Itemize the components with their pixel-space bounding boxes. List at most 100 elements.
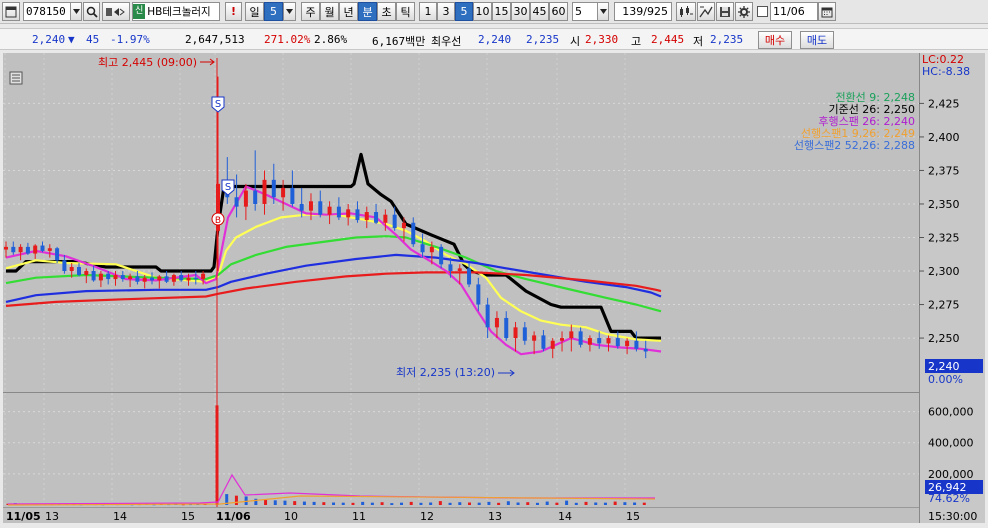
- volume-bar: [273, 500, 277, 505]
- period-month-button[interactable]: 월: [320, 2, 339, 21]
- period-tick-button[interactable]: 틱: [396, 2, 415, 21]
- candle-body: [179, 275, 184, 281]
- volume-bar: [234, 495, 238, 505]
- low-annotation: 최저 2,235 (13:20): [396, 366, 495, 379]
- candle-body: [522, 327, 527, 341]
- time-tick-label: 14: [558, 510, 572, 523]
- candle-body: [643, 348, 648, 352]
- candle-body: [4, 246, 8, 250]
- settings-icon[interactable]: [735, 2, 753, 21]
- low-price: 2,235: [710, 33, 744, 46]
- line-tool-icon[interactable]: [697, 2, 715, 21]
- volume-bar: [322, 502, 326, 505]
- date-input[interactable]: 11/06: [770, 2, 818, 21]
- candle-body: [513, 327, 518, 339]
- volume-bar: [555, 502, 559, 505]
- minute-dropdown-icon[interactable]: [597, 2, 609, 21]
- volume-tick-label: 600,000: [928, 406, 974, 419]
- volume-bar: [332, 502, 336, 505]
- candle-body: [327, 206, 332, 215]
- volume-bar: [429, 502, 433, 505]
- buy-button[interactable]: 매수: [758, 31, 792, 49]
- volume-ratio: 271.02%: [264, 33, 311, 46]
- minute-button-10[interactable]: 10: [473, 2, 492, 21]
- volume-bar: [506, 501, 510, 505]
- minute-button-45[interactable]: 45: [530, 2, 549, 21]
- period-day-value[interactable]: 5: [264, 2, 283, 21]
- candle-body: [532, 335, 537, 341]
- date-checkbox[interactable]: [757, 6, 768, 17]
- window-menu-icon[interactable]: [2, 2, 20, 21]
- prev-next-icon[interactable]: [102, 2, 130, 21]
- candle-body: [597, 338, 602, 344]
- stock-name: HB테크놀러지: [147, 6, 211, 18]
- candle-type-icon[interactable]: [676, 2, 696, 21]
- candle-body: [40, 245, 45, 251]
- volume-bar: [448, 502, 452, 505]
- current-pct-tag: 0.00%: [928, 373, 963, 386]
- candle-body: [128, 276, 133, 280]
- calendar-icon[interactable]: [818, 2, 836, 21]
- change-arrow: ▼: [68, 33, 75, 46]
- candle-body: [467, 268, 472, 285]
- candle-body: [253, 190, 258, 204]
- volume-bar: [254, 498, 258, 505]
- candle-body: [457, 268, 462, 272]
- price-tick-label: 2,275: [928, 299, 960, 312]
- volume-bar: [633, 502, 637, 505]
- candle-body: [364, 212, 369, 221]
- time-tick-label: 13: [45, 510, 59, 523]
- candle-body: [550, 340, 555, 349]
- candle-body: [18, 246, 23, 253]
- candle-body: [281, 187, 286, 198]
- low-label: 저: [693, 35, 704, 48]
- volume-bar: [215, 405, 219, 505]
- stock-badge: 신: [133, 4, 146, 19]
- save-icon[interactable]: [716, 2, 734, 21]
- volume-bar: [642, 502, 646, 505]
- candle-body: [429, 246, 434, 253]
- volume-bar: [351, 502, 355, 505]
- candle-body: [62, 260, 67, 272]
- period-dropdown-icon[interactable]: [283, 2, 296, 21]
- period-day-button[interactable]: 일: [245, 2, 264, 21]
- signal-label: S: [215, 99, 221, 110]
- minute-button-1[interactable]: 1: [419, 2, 437, 21]
- period-minute-button[interactable]: 분: [358, 2, 377, 21]
- stock-chart[interactable]: 최고 2,445 (09:00) 최저 2,235 (13:20) S S B …: [0, 50, 988, 528]
- minute-button-15[interactable]: 15: [492, 2, 511, 21]
- search-icon[interactable]: [83, 2, 100, 21]
- high-label: 고: [631, 35, 642, 48]
- chart-options-icon[interactable]: [9, 71, 23, 85]
- minute-button-30[interactable]: 30: [511, 2, 530, 21]
- candle-body: [201, 273, 206, 280]
- volume-bar: [264, 499, 268, 505]
- volume-bar: [545, 501, 549, 505]
- period-week-button[interactable]: 주: [301, 2, 320, 21]
- sell-button[interactable]: 매도: [800, 31, 834, 49]
- alert-icon[interactable]: !: [225, 2, 242, 21]
- minute-button-3[interactable]: 3: [437, 2, 455, 21]
- period-second-button[interactable]: 초: [377, 2, 396, 21]
- candle-body: [113, 275, 118, 280]
- hc-label: HC:-8.38: [922, 65, 970, 78]
- period-year-button[interactable]: 년: [339, 2, 358, 21]
- time-label: 15:30:00: [928, 510, 977, 523]
- volume-bar: [487, 501, 491, 505]
- stock-code-input[interactable]: 078150: [23, 2, 71, 21]
- change-percent: -1.97%: [110, 33, 150, 46]
- code-dropdown-icon[interactable]: [70, 2, 82, 21]
- candle-body: [439, 246, 444, 265]
- stock-name-field[interactable]: 신 HB테크놀러지: [132, 2, 220, 21]
- candle-body: [392, 214, 397, 229]
- count-field[interactable]: 139/925: [614, 2, 672, 21]
- minute-button-60[interactable]: 60: [549, 2, 568, 21]
- candle-body: [262, 179, 267, 204]
- candle-body: [485, 304, 490, 328]
- candle-body: [355, 209, 360, 221]
- volume-bar: [535, 502, 539, 505]
- minute-button-5[interactable]: 5: [455, 2, 473, 21]
- minute-value-input[interactable]: 5: [572, 2, 598, 21]
- volume-tick-label: 200,000: [928, 468, 974, 481]
- price-change: 45: [86, 33, 100, 46]
